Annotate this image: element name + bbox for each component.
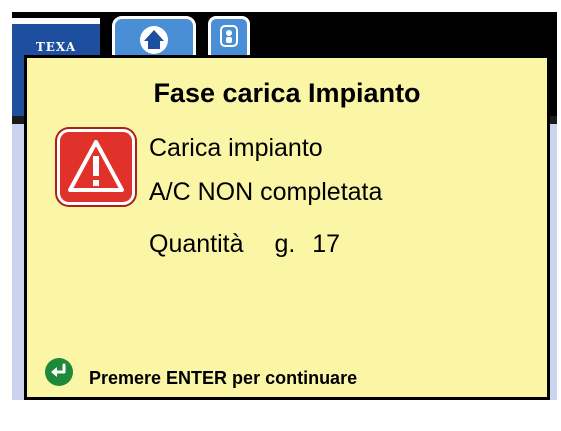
enter-icon[interactable] — [45, 358, 73, 386]
quantity-unit: g. — [274, 230, 296, 258]
enter-hint: Premere ENTER per continuare — [89, 368, 358, 388]
quantity-label: Quantità — [149, 230, 244, 258]
charge-phase-dialog: Fase carica Impianto Carica impianto A/C… — [24, 55, 550, 400]
screen: TEXA Fase carica Impianto Carica impiant… — [0, 0, 561, 431]
user-icon — [220, 25, 238, 47]
home-icon — [140, 26, 168, 54]
quantity-value: 17 — [312, 230, 341, 258]
logo-text: TEXA — [35, 40, 77, 54]
quantity-row: Quantità g. 17 — [149, 230, 340, 259]
message-line-2: A/C NON completata — [149, 178, 383, 206]
warning-icon — [57, 129, 135, 205]
dialog-title: Fase carica Impianto — [153, 78, 421, 108]
message-line-1: Carica impianto — [149, 134, 323, 162]
enter-arrow-icon — [51, 363, 66, 377]
app-footer — [12, 400, 557, 431]
warning-triangle-icon — [68, 140, 124, 192]
